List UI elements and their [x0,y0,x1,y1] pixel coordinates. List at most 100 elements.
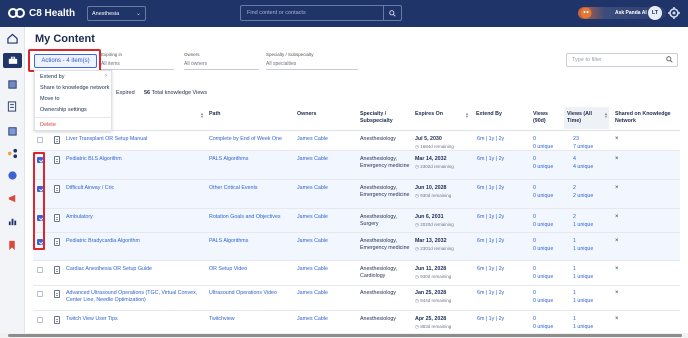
content-title-link[interactable]: Advanced Ultrasound Operations (TGC, Vir… [66,290,204,304]
views-all-value[interactable]: 2 [573,214,576,221]
path-link[interactable]: OR Setup Video [209,266,291,273]
path-link[interactable]: PALS Algorithms [209,156,291,163]
views-90d-unique[interactable]: 0 unique [533,164,553,171]
views-90d-unique[interactable]: 0 unique [533,222,553,229]
building-icon[interactable] [4,123,20,137]
content-title-link[interactable]: Twitch View User Tips [66,316,204,323]
views-90d-value[interactable]: 0 [533,156,536,163]
chart-icon[interactable] [4,214,20,228]
extend-links[interactable]: 6m | 1y | 2y [477,214,504,221]
views-90d-unique[interactable]: 0 unique [533,144,553,151]
sort-icon[interactable]: ▲ ▼ [200,112,204,119]
menu-item-move-to[interactable]: Move to [40,96,60,102]
megaphone-icon[interactable] [4,191,20,205]
views-all-value[interactable]: 1 [573,238,576,245]
row-checkbox[interactable] [37,317,43,323]
document-icon[interactable] [4,99,20,113]
table-row[interactable]: Pediatric BLS Algorithm PALS Algorithms Ja… [33,151,680,180]
table-row[interactable]: Cardiac Anesthesia OR Setup Guide OR Setu… [33,261,680,286]
table-row[interactable]: Pediatric Bradycardia Algorithm PALS Algo… [33,233,680,261]
extend-links[interactable]: 6m | 1y | 2y [477,316,504,323]
scrollbar-thumb[interactable] [8,334,682,337]
views-90d-value[interactable]: 0 [533,136,536,143]
owner-link[interactable]: James Cable [297,238,328,245]
views-all-unique[interactable]: 1 unique [573,246,593,253]
extend-links[interactable]: 6m | 1y | 2y [477,185,504,192]
content-title-link[interactable]: Liver Transplant OR Setup Manual [66,136,204,143]
org-select[interactable]: Anesthesia ⌄ [87,6,146,21]
views-90d-unique[interactable]: 0 unique [533,274,553,281]
views-90d-value[interactable]: 0 [533,290,536,297]
row-checkbox[interactable] [37,137,43,143]
path-link[interactable]: Other Critical Events [209,185,291,192]
sort-icon[interactable]: ▲ ▼ [465,112,469,119]
specialty-select[interactable]: All specialties [266,59,358,70]
search-button[interactable] [383,6,401,20]
path-link[interactable]: Ultrasound Operations Video [209,290,291,297]
extend-links[interactable]: 6m | 1y | 2y [477,136,504,143]
extend-links[interactable]: 6m | 1y | 2y [477,266,504,273]
path-link[interactable]: Rotation Goals and Objectives [209,214,291,221]
col-header-views90[interactable]: Views (90d) [533,111,561,125]
table-row[interactable]: Difficult Airway / Cric Other Critical Ev… [33,180,680,209]
content-title-link[interactable]: Ambulatory [66,214,204,221]
menu-item-extend-by[interactable]: Extend by [40,74,64,80]
views-90d-unique[interactable]: 0 unique [533,298,553,305]
owner-link[interactable]: James Cable [297,266,328,273]
col-header-shared[interactable]: Shared on Knowledge Network [615,111,680,125]
path-link[interactable]: PALS Algorithms [209,238,291,245]
views-90d-value[interactable]: 0 [533,214,536,221]
sort-icon[interactable]: ▲ ▼ [604,112,608,119]
menu-item-share[interactable]: Share to knowledge network [40,85,109,91]
owners-select[interactable]: All owners [184,59,259,70]
share-icon[interactable] [4,146,20,160]
col-header-owners[interactable]: Owners [297,111,316,118]
bookmark-icon[interactable] [4,238,20,252]
table-row[interactable]: Ambulatory Rotation Goals and Objectives J… [33,209,680,233]
content-title-link[interactable]: Difficult Airway / Cric [66,185,204,192]
views-90d-value[interactable]: 0 [533,316,536,323]
expiring-select[interactable]: All items [101,59,174,70]
views-90d-value[interactable]: 0 [533,238,536,245]
col-header-extend[interactable]: Extend By [476,111,502,118]
views-90d-value[interactable]: 0 [533,266,536,273]
box-icon[interactable] [4,77,20,91]
my-content-icon[interactable] [3,53,22,68]
views-all-unique[interactable]: 7 unique [573,144,593,151]
views-90d-unique[interactable]: 0 unique [533,193,553,200]
col-header-path[interactable]: Path [209,111,220,118]
global-search-input[interactable]: Find content or contacts [240,5,402,21]
views-all-unique[interactable]: 4 unique [573,164,593,171]
path-link[interactable]: Twitchview [209,316,291,323]
gear-icon[interactable] [667,6,681,20]
views-all-value[interactable]: 4 [573,156,576,163]
owner-link[interactable]: James Cable [297,290,328,297]
menu-item-delete[interactable]: Delete [40,122,56,128]
views-all-unique[interactable]: 1 unique [573,324,593,331]
extend-links[interactable]: 6m | 1y | 2y [477,156,504,163]
views-all-unique[interactable]: 1 unique [573,274,593,281]
views-all-unique[interactable]: 2 unique [573,193,593,200]
c8-health-logo[interactable]: C8 Health [8,6,75,20]
col-header-expires[interactable]: Expires On [415,111,443,118]
row-checkbox[interactable] [37,267,43,273]
col-header-viewsall[interactable]: Views (All Time) [567,111,605,125]
owner-link[interactable]: James Cable [297,316,328,323]
owner-link[interactable]: James Cable [297,185,328,192]
table-row[interactable]: Liver Transplant OR Setup Manual Complete… [33,131,680,151]
filter-search-input[interactable]: Type to filter [566,53,678,67]
views-all-unique[interactable]: 1 unique [573,298,593,305]
owner-link[interactable]: James Cable [297,136,328,143]
user-avatar[interactable]: LT [648,6,662,20]
views-all-value[interactable]: 1 [573,266,576,273]
views-all-value[interactable]: 1 [573,316,576,323]
ai-assistant-icon[interactable] [4,168,20,182]
content-title-link[interactable]: Pediatric BLS Algorithm [66,156,204,163]
views-all-value[interactable]: 1 [573,290,576,297]
table-row[interactable]: Advanced Ultrasound Operations (TGC, Vir… [33,286,680,311]
views-all-value[interactable]: 2 [573,185,576,192]
path-link[interactable]: Complete by End of Week One [209,136,291,143]
views-90d-unique[interactable]: 0 unique [533,246,553,253]
home-icon[interactable] [4,31,20,45]
owner-link[interactable]: James Cable [297,214,328,221]
